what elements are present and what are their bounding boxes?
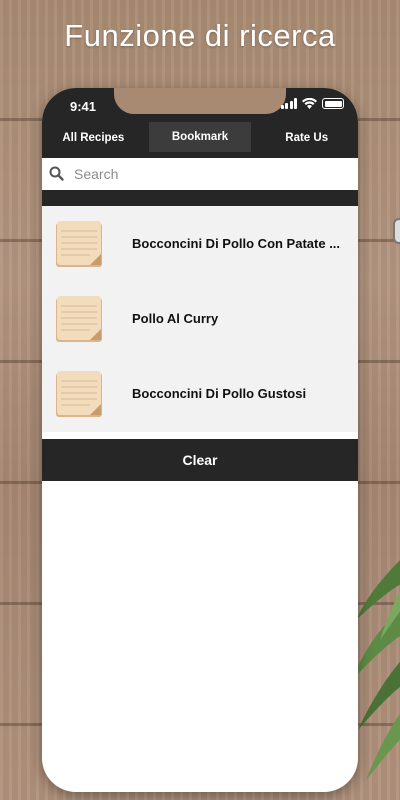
list-item-title: Pollo Al Curry — [132, 311, 219, 326]
battery-icon — [322, 98, 344, 109]
search-field[interactable]: Search — [42, 158, 358, 190]
list-item[interactable]: Bocconcini Di Pollo Gustosi — [42, 356, 358, 431]
wifi-icon — [302, 98, 317, 109]
side-knob-decoration — [393, 218, 400, 244]
search-placeholder[interactable]: Search — [74, 166, 118, 182]
status-icons — [280, 98, 344, 109]
toolbar-divider — [42, 190, 358, 206]
recipe-note-icon — [56, 295, 102, 342]
clear-button[interactable]: Clear — [42, 439, 358, 481]
promo-headline: Funzione di ricerca — [64, 18, 336, 53]
tab-bar: All Recipes Bookmark Rate Us — [42, 120, 358, 158]
tab-all-recipes[interactable]: All Recipes — [42, 122, 145, 154]
notch — [114, 88, 286, 114]
recipe-note-icon — [56, 220, 102, 267]
tab-rate-us[interactable]: Rate Us — [255, 122, 358, 154]
search-icon — [49, 166, 64, 181]
results-list: Bocconcini Di Pollo Con Patate ... Pollo… — [42, 206, 358, 432]
recipe-note-icon — [56, 370, 102, 417]
list-item[interactable]: Pollo Al Curry — [42, 281, 358, 356]
signal-icon — [280, 98, 297, 109]
list-item[interactable]: Bocconcini Di Pollo Con Patate ... — [42, 206, 358, 281]
tab-bookmark[interactable]: Bookmark — [148, 122, 252, 152]
status-time: 9:41 — [70, 99, 97, 114]
list-item-title: Bocconcini Di Pollo Gustosi — [132, 386, 307, 401]
phone-screen: 9:41 All Recipes Bookmark Rate Us Search — [42, 88, 358, 792]
status-bar: 9:41 — [42, 88, 358, 120]
list-item-title: Bocconcini Di Pollo Con Patate ... — [132, 236, 341, 251]
